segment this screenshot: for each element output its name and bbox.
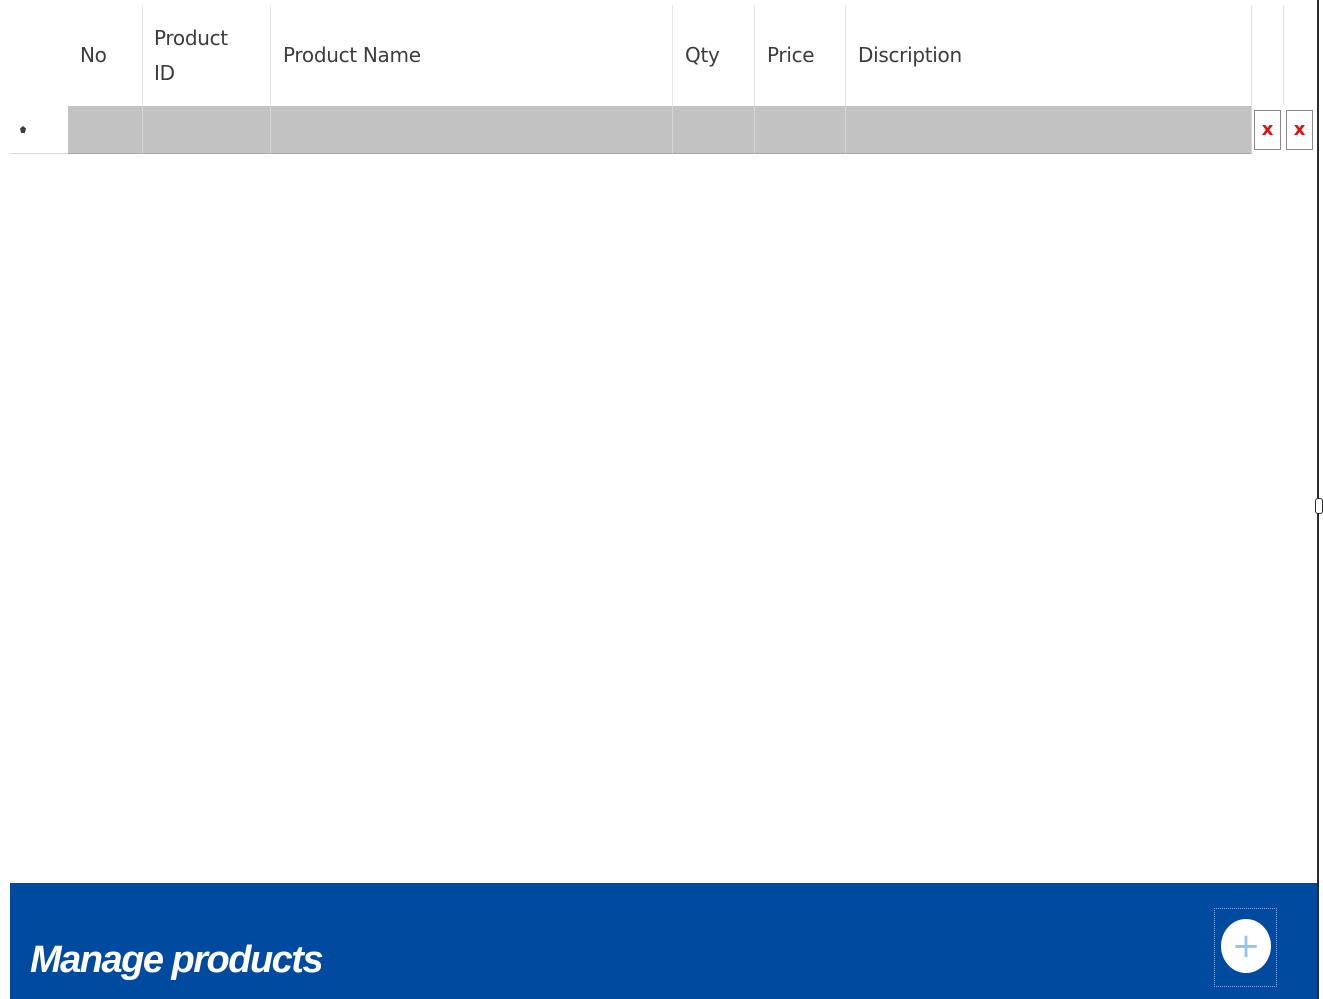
close-icon: x xyxy=(1293,119,1306,140)
column-header-price[interactable]: Price xyxy=(755,5,846,106)
cell-description[interactable] xyxy=(846,106,1252,154)
cell-product-id[interactable] xyxy=(143,106,271,154)
app-window: No Product ID Product Name Qty Price Dis… xyxy=(0,0,1323,999)
delete-row-button-2[interactable]: x xyxy=(1286,110,1313,150)
cell-qty[interactable] xyxy=(673,106,755,154)
column-header-label: Discription xyxy=(858,43,962,67)
column-header-label: Qty xyxy=(685,43,720,67)
delete-row-button-1[interactable]: x xyxy=(1254,110,1281,150)
new-row-asterisk-icon xyxy=(20,126,26,133)
add-product-button[interactable]: + xyxy=(1221,919,1271,973)
add-button-focus-frame: + xyxy=(1214,908,1277,987)
column-header-product-id[interactable]: Product ID xyxy=(143,5,271,106)
column-header-description[interactable]: Discription xyxy=(846,5,1252,106)
column-header-delete-1 xyxy=(1252,5,1284,106)
column-header-qty[interactable]: Qty xyxy=(673,5,755,106)
column-header-label: Product ID xyxy=(154,25,228,85)
row-header[interactable] xyxy=(10,106,68,154)
column-header-product-name[interactable]: Product Name xyxy=(271,5,673,106)
column-header-delete-2 xyxy=(1284,5,1316,106)
new-row: x x xyxy=(10,106,1316,154)
column-header-label: Product Name xyxy=(283,43,421,67)
column-header-label: Price xyxy=(767,43,815,67)
cell-price[interactable] xyxy=(755,106,846,154)
cell-no[interactable] xyxy=(68,106,143,154)
column-header-no[interactable]: No xyxy=(68,5,143,106)
cell-product-name[interactable] xyxy=(271,106,673,154)
resize-handle[interactable] xyxy=(1315,498,1323,514)
products-grid: No Product ID Product Name Qty Price Dis… xyxy=(10,5,1316,154)
grid-header-row: No Product ID Product Name Qty Price Dis… xyxy=(10,5,1316,106)
column-header-label: No xyxy=(80,43,107,67)
close-icon: x xyxy=(1261,119,1274,140)
footer-bar: Manage products + xyxy=(10,883,1317,999)
page-title: Manage products xyxy=(30,939,324,981)
plus-icon: + xyxy=(1231,926,1261,966)
